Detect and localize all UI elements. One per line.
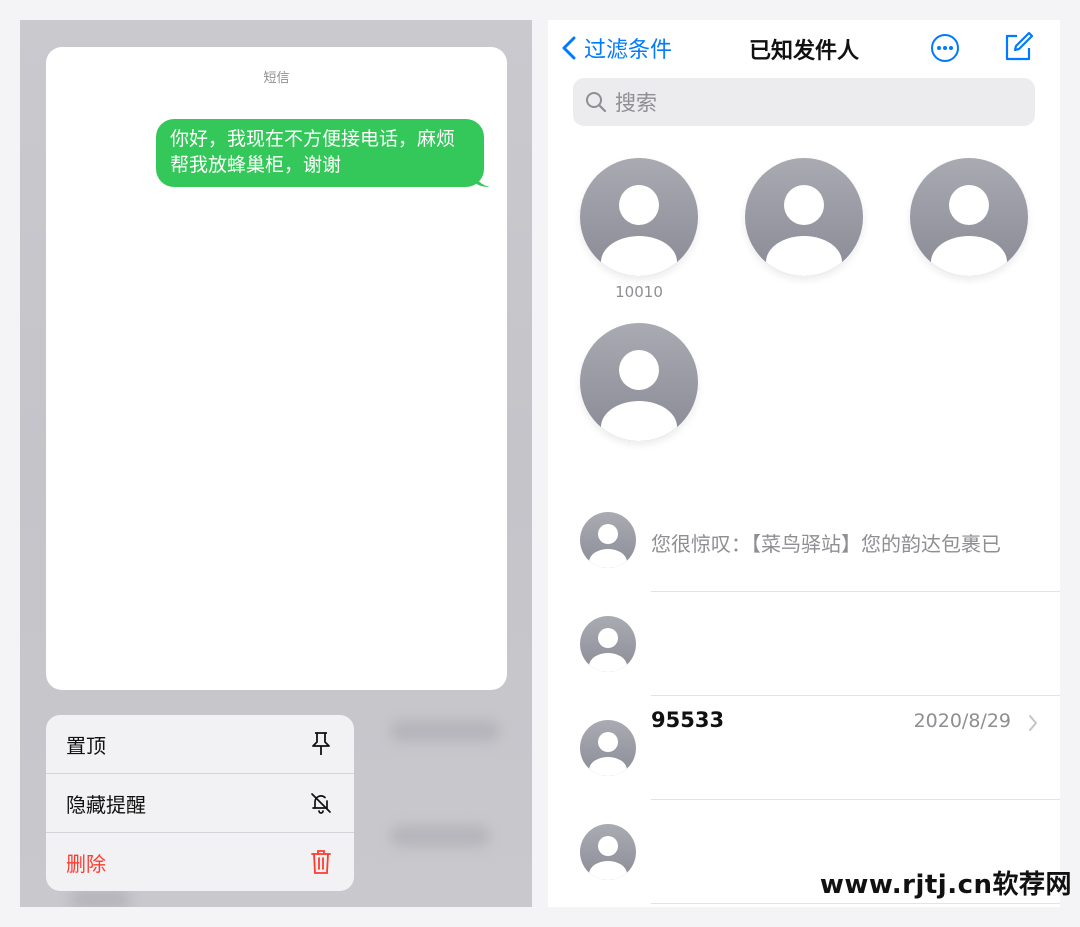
search-bar[interactable]: 搜索	[573, 78, 1035, 126]
menu-item-label: 删除	[66, 851, 106, 876]
message-preview: 您很惊叹：【菜鸟驿站】您的韵达包裹已	[651, 532, 1001, 556]
pinned-contact[interactable]	[745, 158, 863, 276]
blurred-background-row	[390, 720, 500, 742]
more-button[interactable]	[930, 33, 960, 67]
message-preview-card: 短信 你好，我现在不方便接电话，麻烦帮我放蜂巢柜，谢谢	[46, 47, 507, 690]
compose-icon	[1005, 31, 1034, 61]
avatar	[580, 720, 636, 776]
message-text: 你好，我现在不方便接电话，麻烦帮我放蜂巢柜，谢谢	[170, 128, 456, 176]
person-icon	[601, 185, 677, 276]
menu-item-label: 隐藏提醒	[66, 792, 146, 817]
avatar	[580, 512, 636, 568]
person-icon	[766, 185, 842, 276]
ellipsis-circle-icon	[931, 34, 959, 62]
pin-icon	[308, 731, 334, 757]
menu-item-delete[interactable]: 删除	[46, 833, 354, 891]
message-bubble: 你好，我现在不方便接电话，麻烦帮我放蜂巢柜，谢谢	[156, 119, 490, 187]
compose-button[interactable]	[1002, 31, 1034, 67]
avatar	[580, 824, 636, 880]
conversation-row[interactable]: 您很惊叹：【菜鸟驿站】您的韵达包裹已	[548, 488, 1060, 592]
chevron-right-icon	[1029, 715, 1037, 731]
context-menu: 置顶 隐藏提醒 删除	[46, 715, 354, 891]
pinned-contact-label: 10010	[615, 283, 663, 301]
menu-item-hide-alerts[interactable]: 隐藏提醒	[46, 774, 354, 832]
bubble-tail	[474, 171, 490, 187]
card-title: 短信	[263, 71, 290, 86]
pinned-contact[interactable]	[580, 158, 698, 276]
conversation-row[interactable]	[548, 592, 1060, 696]
page-title: 已知发件人	[748, 39, 859, 64]
bell-slash-icon	[308, 790, 334, 816]
right-panel: 过滤条件 已知发件人 搜索 10010 您很惊叹：【菜鸟驿站】您的韵达包裹已 9…	[548, 20, 1060, 907]
trash-icon	[308, 849, 334, 875]
search-icon	[586, 92, 607, 113]
person-icon	[589, 732, 627, 776]
person-icon	[589, 628, 627, 672]
person-icon	[931, 185, 1007, 276]
sender-name: 95533	[651, 708, 725, 732]
message-date: 2020/8/29	[913, 710, 1011, 732]
person-icon	[601, 350, 677, 441]
pinned-contact[interactable]	[580, 323, 698, 441]
watermark: www.rjtj.cn软荐网	[819, 870, 1072, 900]
row-separator	[651, 903, 1060, 904]
pinned-contact[interactable]	[910, 158, 1028, 276]
conversation-row[interactable]: 95533 2020/8/29	[548, 696, 1060, 800]
person-icon	[589, 836, 627, 880]
search-placeholder: 搜索	[615, 91, 657, 115]
blurred-background-row	[390, 825, 490, 847]
avatar	[580, 616, 636, 672]
menu-item-pin[interactable]: 置顶	[46, 715, 354, 773]
person-icon	[589, 524, 627, 568]
left-panel: 短信 你好，我现在不方便接电话，麻烦帮我放蜂巢柜，谢谢 置顶 隐藏提醒 删除	[20, 20, 532, 907]
menu-item-label: 置顶	[66, 733, 106, 758]
